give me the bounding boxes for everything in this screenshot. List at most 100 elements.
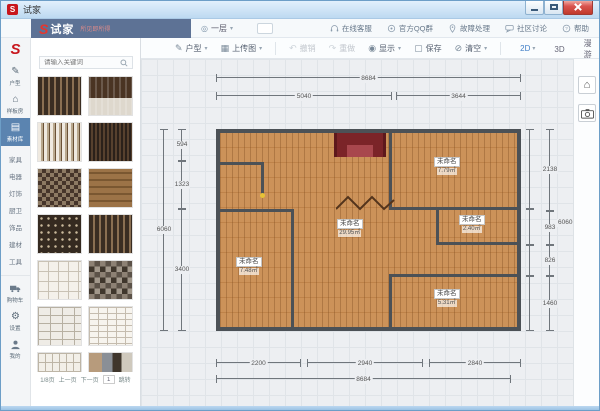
maximize-icon bbox=[550, 4, 558, 10]
marker-dot[interactable] bbox=[260, 193, 265, 198]
room-name: 未命名 bbox=[337, 219, 363, 229]
sidebar-category[interactable]: 电器 bbox=[1, 167, 30, 184]
tab-2d[interactable]: 2D ▾ bbox=[518, 35, 537, 61]
undo-button[interactable]: ↶ 撤销 bbox=[285, 41, 320, 56]
app-window: S 试家 S 试家 所见即所得 ◎ 一层 ▾ 在线客服 官方QQ群 bbox=[0, 0, 600, 411]
material-thumbnail[interactable] bbox=[37, 168, 82, 208]
interior-wall[interactable] bbox=[220, 209, 292, 212]
material-thumbnail[interactable] bbox=[88, 306, 133, 346]
menu-item-community[interactable]: 社区讨论 bbox=[505, 23, 547, 34]
sidebar-category[interactable]: 灯饰 bbox=[1, 184, 30, 201]
room-label[interactable]: 未命名 2.40㎡ bbox=[459, 215, 485, 233]
sidebar-category[interactable]: 饰品 bbox=[1, 218, 30, 235]
material-thumbnail[interactable] bbox=[37, 214, 82, 254]
window-bottom-border bbox=[1, 406, 599, 410]
logo-name: 试家 bbox=[50, 21, 74, 37]
interior-wall[interactable] bbox=[220, 162, 264, 165]
room-label[interactable]: 未命名 5.31㎡ bbox=[434, 289, 460, 307]
room-label[interactable]: 未命名 7.79㎡ bbox=[434, 157, 460, 175]
material-thumbnail[interactable] bbox=[88, 214, 133, 254]
material-thumbnail[interactable] bbox=[88, 122, 133, 162]
sidebar-category[interactable]: 工具 bbox=[1, 252, 30, 269]
dimension-right-tickline bbox=[529, 209, 530, 245]
sidebar-item-showroom[interactable]: ⌂ 样板房 bbox=[1, 90, 30, 118]
interior-wall[interactable] bbox=[389, 274, 392, 327]
clear-button[interactable]: ⊘ 清空 ▾ bbox=[451, 41, 492, 56]
page-number-input[interactable] bbox=[103, 375, 115, 384]
dimension-right-segment: 2138 bbox=[549, 129, 550, 211]
dimension-right-tickline bbox=[529, 245, 530, 276]
menu-item-help[interactable]: ? 帮助 bbox=[562, 23, 589, 34]
draw-floorplan-button[interactable]: ✎ 户型 ▾ bbox=[171, 41, 212, 56]
sidebar-category[interactable]: 家具 bbox=[1, 150, 30, 167]
sidebar-item-materials[interactable]: ▤ 素材库 bbox=[1, 118, 30, 146]
sidebar-item-cart[interactable]: 购物车 bbox=[1, 279, 30, 307]
menu-item-issue-handling[interactable]: 故障处理 bbox=[448, 23, 490, 34]
save-button[interactable]: ▢ 保存 bbox=[410, 41, 446, 56]
upload-plan-button[interactable]: ▦ 上传图 ▾ bbox=[217, 41, 267, 56]
floor-selector[interactable]: ◎ 一层 ▾ bbox=[201, 22, 233, 35]
room-label[interactable]: 未命名 7.48㎡ bbox=[236, 257, 262, 275]
material-thumbnail[interactable] bbox=[88, 76, 133, 116]
next-page-button[interactable]: 下一页 bbox=[81, 375, 99, 384]
menu-item-online-service[interactable]: 在线客服 bbox=[330, 23, 372, 34]
interior-wall[interactable] bbox=[291, 209, 294, 327]
sidebar-category[interactable]: 厨卫 bbox=[1, 201, 30, 218]
display-button[interactable]: ◉ 显示 ▾ bbox=[364, 41, 405, 56]
material-thumbnail[interactable] bbox=[37, 352, 82, 372]
interior-wall[interactable] bbox=[389, 207, 517, 210]
button-label: 重做 bbox=[339, 43, 355, 54]
interior-wall[interactable] bbox=[261, 162, 264, 194]
header-extra-button[interactable] bbox=[257, 23, 273, 34]
prev-page-button[interactable]: 上一页 bbox=[59, 375, 77, 384]
menu-item-official-qq[interactable]: 官方QQ群 bbox=[387, 23, 433, 34]
goto-page-button[interactable]: 跳转 bbox=[119, 375, 131, 384]
dimension-top-total: 8684 bbox=[216, 77, 521, 78]
floorplan-canvas[interactable]: 8684 5040 3644 2200 2940 2840 8684 6060 … bbox=[141, 59, 573, 407]
redo-button[interactable]: ↷ 重做 bbox=[325, 41, 360, 56]
sidebar-item-label: 设置 bbox=[10, 323, 21, 331]
dimension-right-total: 6060 bbox=[557, 219, 573, 227]
sidebar-item-settings[interactable]: ⚙ 设置 bbox=[1, 307, 30, 335]
button-label: 清空 bbox=[465, 43, 481, 54]
tab-roam[interactable]: 漫游 bbox=[582, 35, 600, 61]
material-thumbnail[interactable] bbox=[37, 76, 82, 116]
snapshot-button[interactable] bbox=[578, 104, 596, 122]
redo-icon: ↷ bbox=[329, 43, 337, 54]
interior-wall[interactable] bbox=[389, 274, 517, 277]
toolbar: ✎ 户型 ▾ ▦ 上传图 ▾ ↶ 撤销 ↷ 重做 ◉ 显示 ▾ ▢ 保存 ⊘ bbox=[141, 38, 600, 59]
room-area: 5.31㎡ bbox=[437, 300, 457, 307]
material-thumbnail[interactable] bbox=[88, 352, 133, 372]
material-thumbnail[interactable] bbox=[37, 306, 82, 346]
dimension-left-segment: 594 bbox=[181, 129, 182, 161]
home-view-button[interactable]: ⌂ bbox=[578, 76, 596, 94]
tab-3d[interactable]: 3D bbox=[552, 35, 566, 61]
help-icon: ? bbox=[562, 24, 571, 33]
material-thumbnail[interactable] bbox=[37, 260, 82, 300]
interior-wall[interactable] bbox=[436, 242, 517, 245]
svg-text:?: ? bbox=[565, 26, 568, 32]
material-thumbnail[interactable] bbox=[37, 122, 82, 162]
button-label: 撤销 bbox=[300, 43, 316, 54]
menu-label: 社区讨论 bbox=[517, 23, 547, 34]
sidebar-item-floorplan[interactable]: ✎ 户型 bbox=[1, 62, 30, 90]
sidebar-item-mine[interactable]: 我的 bbox=[1, 335, 30, 363]
room-name: 未命名 bbox=[434, 289, 460, 299]
search-input[interactable] bbox=[44, 59, 117, 66]
pencil-icon: ✎ bbox=[11, 66, 19, 77]
material-thumbnail[interactable] bbox=[88, 168, 133, 208]
sidebar-logo: S bbox=[1, 41, 30, 58]
material-thumbnail[interactable] bbox=[88, 260, 133, 300]
minimize-button[interactable] bbox=[525, 1, 544, 15]
close-button[interactable] bbox=[563, 1, 593, 15]
interior-wall[interactable] bbox=[436, 207, 439, 245]
room-label[interactable]: 未命名 29.95㎡ bbox=[337, 219, 363, 237]
sidebar-footer: 购物车 ⚙ 设置 我的 bbox=[1, 275, 30, 363]
sidebar-category[interactable]: 建材 bbox=[1, 235, 30, 252]
camera-icon bbox=[581, 108, 594, 119]
search-icon[interactable] bbox=[120, 59, 128, 67]
bed-furniture[interactable] bbox=[334, 133, 386, 157]
maximize-button[interactable] bbox=[544, 1, 563, 15]
room-area: 7.48㎡ bbox=[239, 268, 259, 275]
folding-door-icon[interactable] bbox=[336, 195, 398, 215]
